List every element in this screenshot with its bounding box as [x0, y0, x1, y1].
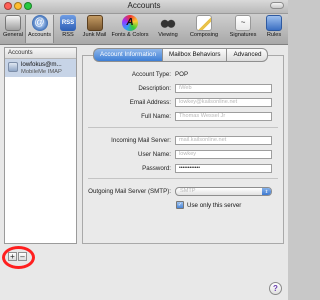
account-type: MobileMe IMAP: [21, 69, 62, 75]
fonts-colors-icon: A: [122, 15, 138, 31]
fullname-row: Full Name: Thomas Wessel Jr: [88, 111, 272, 121]
junk-mail-icon: [86, 15, 103, 31]
use-only-this-server-checkbox[interactable]: ✓: [176, 201, 184, 209]
preferences-toolbar: General @ Accounts RSS RSS Junk Mail A F…: [0, 14, 288, 45]
outgoing-server-label: Outgoing Mail Server (SMTP):: [88, 187, 171, 195]
password-field[interactable]: ••••••••••••: [175, 163, 272, 173]
toolbar-signatures-label: Signatures: [229, 32, 257, 38]
glasses-icon: [160, 15, 176, 31]
use-only-this-server-option[interactable]: ✓ Use only this server: [176, 201, 241, 209]
mobileme-account-icon: [8, 62, 18, 72]
email-field[interactable]: lowkey@kailsonline.net: [175, 97, 272, 107]
at-sign-icon: @: [31, 15, 48, 31]
accounts-preferences-window: Accounts General @ Accounts RSS RSS Junk…: [0, 0, 288, 300]
description-label: Description:: [138, 84, 171, 92]
outgoing-server-row: Outgoing Mail Server (SMTP): SMTP ⇕: [88, 186, 272, 196]
toolbar-composing[interactable]: Composing: [184, 15, 224, 43]
toolbar-rss[interactable]: RSS RSS: [56, 15, 80, 43]
toolbar-rules[interactable]: Rules: [262, 15, 286, 43]
fullname-field[interactable]: Thomas Wessel Jr: [175, 111, 272, 121]
toolbar-junk-mail-label: Junk Mail: [82, 32, 107, 38]
signature-icon: ~: [235, 15, 251, 31]
incoming-server-label: Incoming Mail Server:: [111, 136, 171, 144]
help-button[interactable]: ?: [269, 282, 282, 295]
outgoing-server-value: SMTP: [180, 187, 196, 194]
password-row: Password: ••••••••••••: [88, 163, 272, 173]
toolbar-signatures[interactable]: ~ Signatures: [224, 15, 262, 43]
section-divider: [88, 127, 278, 128]
account-tabs: Account Information Mailbox Behaviors Ad…: [93, 48, 269, 62]
tab-advanced[interactable]: Advanced: [226, 48, 269, 62]
tab-mailbox-behaviors[interactable]: Mailbox Behaviors: [162, 48, 227, 62]
rules-icon: [266, 15, 282, 31]
email-label: Email Address:: [129, 98, 171, 106]
account-name: lowfokus@m...: [21, 61, 62, 68]
username-label: User Name:: [137, 150, 171, 158]
toolbar-rss-label: RSS: [62, 32, 74, 38]
incoming-server-field[interactable]: mail.kailsonline.net: [175, 135, 272, 145]
toolbar-toggle-button[interactable]: [270, 2, 284, 9]
annotation-circle: [2, 246, 35, 269]
toolbar-accounts[interactable]: @ Accounts: [25, 15, 54, 43]
rss-icon: RSS: [60, 15, 76, 31]
toolbar-general[interactable]: General: [2, 15, 24, 43]
switch-icon: [5, 15, 21, 31]
use-only-this-server-label: Use only this server: [187, 201, 242, 209]
password-label: Password:: [142, 164, 171, 172]
toolbar-general-label: General: [3, 32, 23, 38]
toolbar-junk-mail[interactable]: Junk Mail: [80, 15, 109, 43]
accounts-list-header: Accounts: [5, 48, 76, 59]
description-field[interactable]: iWeb: [175, 83, 272, 93]
toolbar-viewing-label: Viewing: [158, 32, 178, 38]
account-type-row: Account Type: POP: [88, 69, 188, 79]
toolbar-fonts-colors-label: Fonts & Colors: [111, 32, 149, 38]
outgoing-server-select[interactable]: SMTP ⇕: [175, 186, 272, 196]
title-bar: Accounts: [0, 0, 288, 14]
toolbar-rules-label: Rules: [266, 32, 282, 38]
fullname-label: Full Name:: [141, 112, 171, 120]
accounts-list: Accounts lowfokus@m... MobileMe IMAP: [4, 47, 77, 244]
window-title: Accounts: [127, 1, 161, 10]
account-type-value: POP: [175, 70, 189, 78]
email-row: Email Address: lowkey@kailsonline.net: [88, 97, 272, 107]
account-type-label: Account Type:: [131, 70, 171, 78]
chevron-updown-icon: ⇕: [262, 187, 271, 195]
section-divider: [88, 178, 278, 179]
username-row: User Name: lowkey: [88, 149, 272, 159]
toolbar-fonts-colors[interactable]: A Fonts & Colors: [109, 15, 151, 43]
toolbar-composing-label: Composing: [189, 32, 219, 38]
username-field[interactable]: lowkey: [175, 149, 272, 159]
tab-account-information[interactable]: Account Information: [93, 48, 163, 62]
pencil-paper-icon: [196, 15, 212, 31]
toolbar-viewing[interactable]: Viewing: [152, 15, 184, 43]
toolbar-accounts-label: Accounts: [27, 32, 51, 38]
incoming-server-row: Incoming Mail Server: mail.kailsonline.n…: [88, 135, 272, 145]
account-list-item[interactable]: lowfokus@m... MobileMe IMAP: [5, 59, 76, 77]
description-row: Description: iWeb: [88, 83, 272, 93]
